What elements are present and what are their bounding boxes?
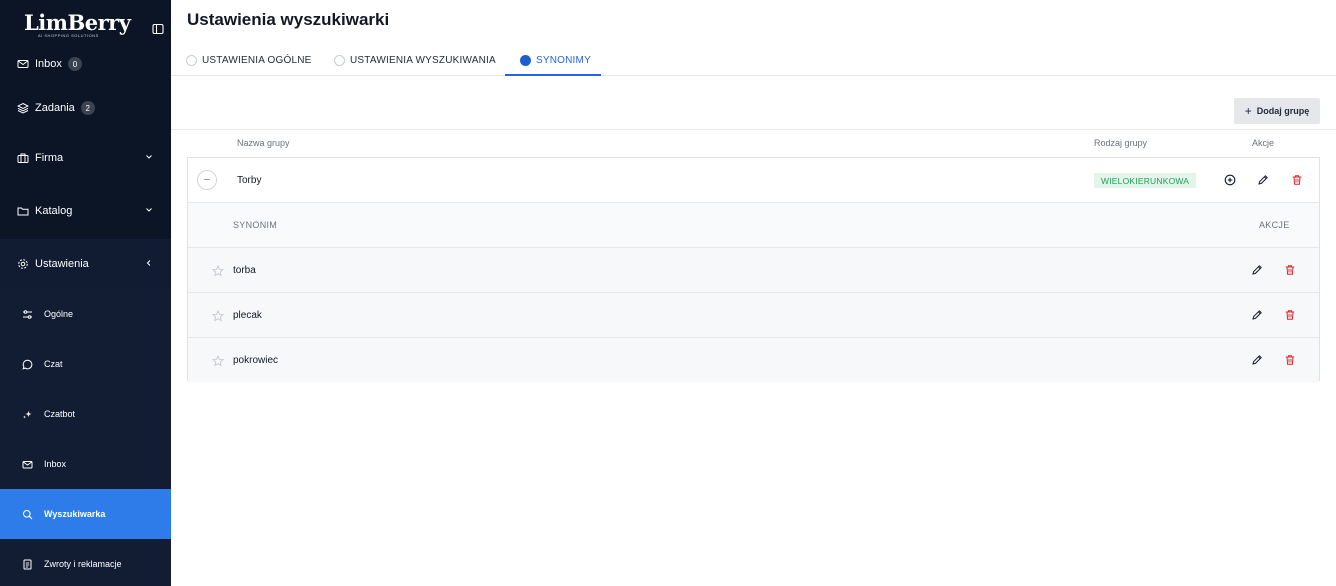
edit-synonym-icon[interactable] xyxy=(1250,263,1264,277)
sidebar-subitem-zwroty[interactable]: Zwroty i reklamacje xyxy=(0,539,171,586)
minus-icon: − xyxy=(203,174,211,186)
sidebar-subitem-label: Inbox xyxy=(44,459,67,469)
sidebar-subitem-label: Czatbot xyxy=(44,409,76,419)
star-icon[interactable] xyxy=(211,354,225,367)
divider xyxy=(171,129,1336,130)
synonym-row: pokrowiec xyxy=(188,338,1319,382)
radio-selected-icon xyxy=(520,55,531,66)
sidebar-subitem-label: Ogólne xyxy=(44,309,74,319)
sidebar-item-label: Zadania xyxy=(35,102,75,114)
synonym-actions-header: AKCJE xyxy=(1259,220,1290,230)
synonym-text: plecak xyxy=(233,309,262,321)
chevron-down-icon xyxy=(145,152,153,160)
sidebar-toggle-icon[interactable] xyxy=(152,22,164,35)
synonym-text: pokrowiec xyxy=(233,354,279,366)
count-badge: 0 xyxy=(67,57,82,71)
chat-icon xyxy=(22,359,33,370)
folder-icon xyxy=(17,205,29,217)
page-title: Ustawienia wyszukiwarki xyxy=(187,10,390,29)
star-icon[interactable] xyxy=(211,264,225,277)
edit-synonym-icon[interactable] xyxy=(1250,308,1264,322)
delete-group-icon[interactable] xyxy=(1290,173,1304,187)
star-icon[interactable] xyxy=(211,309,225,322)
mail-icon xyxy=(22,459,33,470)
logo-tagline: AI SHOPPING SOLUTIONS xyxy=(38,33,99,38)
sidebar-subitem-label: Czat xyxy=(44,359,63,369)
sidebar-item-katalog[interactable]: Katalog xyxy=(0,183,171,239)
edit-synonym-icon[interactable] xyxy=(1250,353,1264,367)
sidebar-subitem-inbox[interactable]: Inbox xyxy=(0,439,171,489)
add-synonym-icon[interactable] xyxy=(1223,173,1237,187)
add-group-label: Dodaj grupę xyxy=(1256,106,1310,116)
synonym-column-header: SYNONIM xyxy=(233,220,278,230)
group-type-badge: WIELOKIERUNKOWA xyxy=(1094,173,1197,188)
synonym-row: torba xyxy=(188,248,1319,293)
chevron-down-icon xyxy=(145,205,153,213)
layers-icon xyxy=(17,102,29,114)
tab-label: USTAWIENIA WYSZUKIWANIA xyxy=(350,55,496,66)
sidebar-item-inbox[interactable]: Inbox 0 xyxy=(0,45,171,83)
synonym-row: plecak xyxy=(188,293,1319,338)
delete-synonym-icon[interactable] xyxy=(1283,308,1297,322)
main-content: Ustawienia wyszukiwarki USTAWIENIA OGÓLN… xyxy=(171,0,1336,586)
tab-ustawienia-wyszukiwania[interactable]: USTAWIENIA WYSZUKIWANIA xyxy=(334,45,496,76)
tab-bar: USTAWIENIA OGÓLNE USTAWIENIA WYSZUKIWANI… xyxy=(171,45,1336,76)
tab-label: USTAWIENIA OGÓLNE xyxy=(202,55,312,66)
sidebar-item-zadania[interactable]: Zadania 2 xyxy=(0,83,171,133)
sidebar-subitem-ogolne[interactable]: Ogólne xyxy=(0,289,171,339)
add-group-button[interactable]: + Dodaj grupę xyxy=(1234,98,1320,124)
mail-icon xyxy=(17,58,29,70)
delete-synonym-icon[interactable] xyxy=(1283,263,1297,277)
sidebar-item-firma[interactable]: Firma xyxy=(0,133,171,183)
collapse-group-button[interactable]: − xyxy=(197,170,217,190)
synonym-text: torba xyxy=(233,264,256,276)
logo[interactable]: LimBerry xyxy=(24,12,131,33)
tab-label: SYNONIMY xyxy=(536,55,591,66)
sidebar-item-ustawienia[interactable]: Ustawienia xyxy=(0,239,171,289)
gear-icon xyxy=(17,258,29,270)
column-header-actions: Akcje xyxy=(1252,138,1275,148)
briefcase-icon xyxy=(17,152,29,164)
sidebar-subitem-label: Zwroty i reklamacje xyxy=(44,559,122,569)
sliders-icon xyxy=(22,309,33,320)
group-row: − Torby WIELOKIERUNKOWA xyxy=(188,158,1319,203)
count-badge: 2 xyxy=(80,101,95,115)
sidebar-subitem-label: Wyszukiwarka xyxy=(44,509,106,519)
synonym-table-header: SYNONIM AKCJE xyxy=(188,203,1319,248)
sidebar-header: LimBerry AI SHOPPING SOLUTIONS xyxy=(0,0,171,45)
sidebar: LimBerry AI SHOPPING SOLUTIONS Inbox 0 Z… xyxy=(0,0,171,586)
sidebar-subitem-czatbot[interactable]: Czatbot xyxy=(0,389,171,439)
active-tab-indicator xyxy=(505,74,601,76)
radio-icon xyxy=(334,55,345,66)
sidebar-item-label: Firma xyxy=(35,152,64,164)
search-icon xyxy=(22,509,33,520)
chevron-left-icon xyxy=(145,258,153,266)
sidebar-item-label: Ustawienia xyxy=(35,258,89,270)
sidebar-subitem-czat[interactable]: Czat xyxy=(0,339,171,389)
sidebar-item-label: Inbox xyxy=(35,58,62,70)
delete-synonym-icon[interactable] xyxy=(1283,353,1297,367)
tab-synonimy[interactable]: SYNONIMY xyxy=(520,45,591,76)
column-header-name: Nazwa grupy xyxy=(237,138,290,148)
edit-group-icon[interactable] xyxy=(1256,173,1270,187)
sidebar-subitem-wyszukiwarka[interactable]: Wyszukiwarka xyxy=(0,489,171,539)
plus-icon: + xyxy=(1244,104,1252,118)
tab-ustawienia-ogolne[interactable]: USTAWIENIA OGÓLNE xyxy=(186,45,312,76)
group-name: Torby xyxy=(237,174,262,186)
radio-icon xyxy=(186,55,197,66)
synonym-group: − Torby WIELOKIERUNKOWA SYNONIM AKCJE to… xyxy=(187,157,1320,382)
sidebar-item-label: Katalog xyxy=(35,205,73,217)
column-header-type: Rodzaj grupy xyxy=(1094,138,1148,148)
document-icon xyxy=(22,559,33,570)
sparkles-icon xyxy=(22,409,33,420)
